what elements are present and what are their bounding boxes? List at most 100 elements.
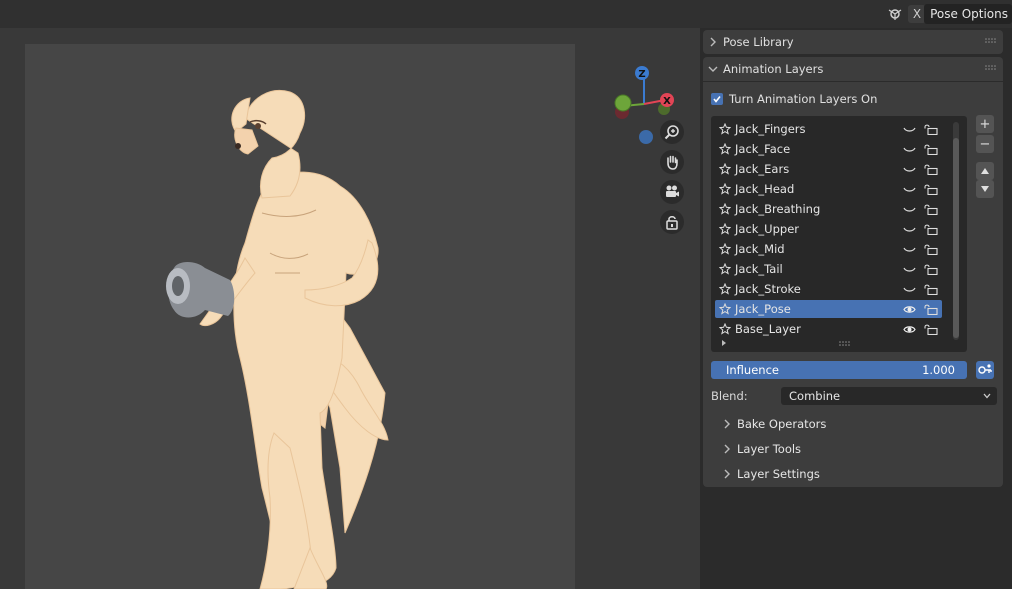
eye-closed-icon[interactable] [898, 285, 920, 294]
layer-name[interactable]: Base_Layer [735, 322, 898, 336]
unlock-icon[interactable] [920, 244, 942, 255]
pose-library-title: Pose Library [723, 35, 794, 49]
pan-button[interactable] [660, 150, 684, 174]
layer-name[interactable]: Jack_Tail [735, 262, 898, 276]
viewport-header [0, 0, 1012, 28]
layer-row[interactable]: Base_Layer [715, 320, 942, 338]
blend-row: Blend: Combine [711, 386, 997, 406]
layer-name[interactable]: Jack_Fingers [735, 122, 898, 136]
pose-library-header[interactable]: Pose Library [703, 30, 1003, 54]
unlock-icon[interactable] [920, 124, 942, 135]
lock-icon [666, 216, 678, 230]
camera-view-button[interactable] [660, 180, 684, 204]
layer-row[interactable]: Jack_Fingers [715, 120, 942, 138]
move-layer-up-button[interactable] [976, 162, 994, 180]
eye-icon[interactable] [898, 305, 920, 314]
checkbox-checked-icon[interactable] [711, 93, 723, 105]
layer-name[interactable]: Jack_Face [735, 142, 898, 156]
move-layer-down-button[interactable] [976, 180, 994, 198]
animation-layers-header[interactable]: Animation Layers [703, 57, 1003, 81]
unlock-icon[interactable] [920, 284, 942, 295]
influence-slider[interactable]: Influence 1.000 [711, 361, 967, 379]
star-icon[interactable] [715, 303, 735, 315]
eye-closed-icon[interactable] [898, 145, 920, 154]
layer-name[interactable]: Jack_Pose [735, 302, 898, 316]
layer-row[interactable]: Jack_Upper [715, 220, 942, 238]
camera-icon [666, 185, 679, 197]
zoom-button[interactable] [660, 120, 684, 144]
layer-name[interactable]: Jack_Stroke [735, 282, 898, 296]
unlock-icon[interactable] [920, 264, 942, 275]
layer-name[interactable]: Jack_Ears [735, 162, 898, 176]
eye-closed-icon[interactable] [898, 205, 920, 214]
triangle-up-icon [981, 168, 989, 174]
eye-closed-icon[interactable] [898, 225, 920, 234]
unlock-icon[interactable] [920, 164, 942, 175]
chevron-down-icon [983, 393, 991, 399]
layers-scroll-thumb[interactable] [953, 138, 959, 338]
chevron-right-icon [724, 444, 730, 454]
influence-keyframe-button[interactable] [976, 361, 994, 379]
triangle-down-icon [981, 186, 989, 192]
layer-name[interactable]: Jack_Upper [735, 222, 898, 236]
drag-grip-icon[interactable] [985, 65, 997, 71]
pose-options-button[interactable]: Pose Options [924, 4, 1012, 24]
unlock-icon[interactable] [920, 304, 942, 315]
bake-operators-subpanel[interactable]: Bake Operators [723, 414, 826, 434]
blend-dropdown[interactable]: Combine [781, 387, 997, 405]
layer-row[interactable]: Jack_Pose [715, 300, 942, 318]
layer-settings-subpanel[interactable]: Layer Settings [723, 464, 820, 484]
animation-layers-toggle[interactable]: Turn Animation Layers On [711, 92, 877, 106]
star-icon[interactable] [715, 283, 735, 295]
animation-layers-panel: Turn Animation Layers On Jack_Fingers Jac… [703, 82, 1003, 487]
layer-tools-subpanel[interactable]: Layer Tools [723, 439, 801, 459]
layer-name[interactable]: Jack_Breathing [735, 202, 898, 216]
layers-scrollbar[interactable] [953, 122, 959, 340]
eye-closed-icon[interactable] [898, 165, 920, 174]
layer-name[interactable]: Jack_Mid [735, 242, 898, 256]
blend-label: Blend: [711, 389, 748, 403]
layer-row[interactable]: Jack_Breathing [715, 200, 942, 218]
layer-row[interactable]: Jack_Ears [715, 160, 942, 178]
eye-icon[interactable] [898, 325, 920, 334]
star-icon[interactable] [715, 243, 735, 255]
expand-triangle-icon[interactable] [721, 340, 727, 346]
star-icon[interactable] [715, 323, 735, 335]
3d-viewport[interactable]: Z X [0, 28, 700, 589]
blender-icon[interactable] [886, 5, 904, 23]
unlock-icon[interactable] [920, 204, 942, 215]
star-icon[interactable] [715, 183, 735, 195]
layers-list[interactable]: Jack_Fingers Jack_Face Jack_Ears Jack_Head J… [711, 116, 967, 352]
layer-row[interactable]: Jack_Face [715, 140, 942, 158]
star-icon[interactable] [715, 263, 735, 275]
star-icon[interactable] [715, 163, 735, 175]
layer-name[interactable]: Jack_Head [735, 182, 898, 196]
layer-row[interactable]: Jack_Tail [715, 260, 942, 278]
header-icons: X [886, 5, 926, 23]
layer-row[interactable]: Jack_Head [715, 180, 942, 198]
bake-operators-label: Bake Operators [737, 417, 827, 431]
blend-value: Combine [789, 389, 841, 403]
add-layer-button[interactable]: + [976, 115, 994, 133]
chevron-down-icon [703, 65, 723, 73]
remove-layer-button[interactable]: − [976, 135, 994, 153]
unlock-icon[interactable] [920, 224, 942, 235]
eye-closed-icon[interactable] [898, 265, 920, 274]
list-resize-grip-icon[interactable] [839, 341, 851, 347]
layer-row[interactable]: Jack_Stroke [715, 280, 942, 298]
layer-row[interactable]: Jack_Mid [715, 240, 942, 258]
lock-camera-button[interactable] [660, 210, 684, 234]
unlock-icon[interactable] [920, 144, 942, 155]
star-icon[interactable] [715, 203, 735, 215]
unlock-icon[interactable] [920, 184, 942, 195]
eye-closed-icon[interactable] [898, 125, 920, 134]
star-icon[interactable] [715, 223, 735, 235]
unlock-icon[interactable] [920, 324, 942, 335]
star-icon[interactable] [715, 123, 735, 135]
eye-closed-icon[interactable] [898, 185, 920, 194]
layer-tools-label: Layer Tools [737, 442, 802, 456]
eye-closed-icon[interactable] [898, 245, 920, 254]
influence-value: 1.000 [922, 363, 955, 377]
drag-grip-icon[interactable] [985, 38, 997, 44]
star-icon[interactable] [715, 143, 735, 155]
